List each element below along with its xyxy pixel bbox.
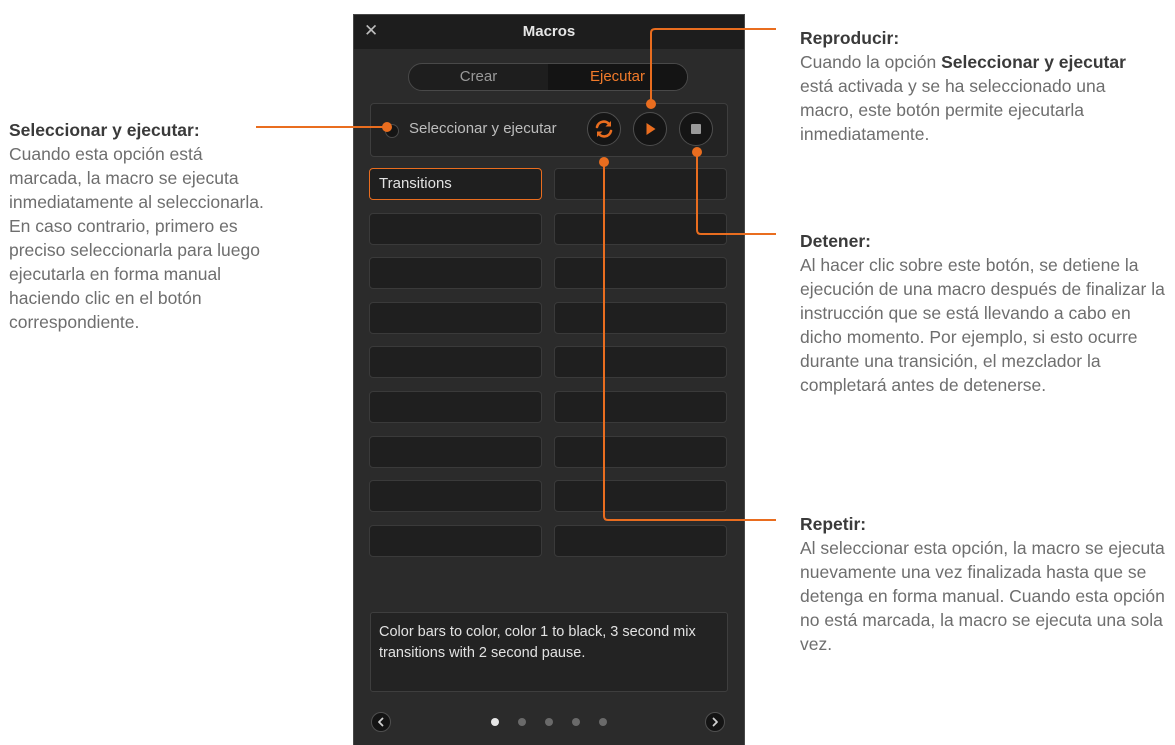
macro-slot[interactable]: [554, 212, 727, 245]
macro-slot[interactable]: [554, 391, 727, 423]
chevron-right-icon: [712, 717, 718, 727]
macro-slot[interactable]: Transitions: [369, 168, 542, 200]
select-run-label: Seleccionar y ejecutar: [409, 120, 557, 137]
annotation-title: Repetir:: [800, 514, 867, 534]
annotation-stop: Detener: Al hacer clic sobre este botón,…: [800, 229, 1170, 397]
loop-icon: [595, 120, 613, 138]
macro-slot[interactable]: [369, 301, 542, 334]
annotation-bold-text: Seleccionar y ejecutar: [941, 52, 1126, 72]
macro-slot[interactable]: [554, 346, 727, 379]
play-icon: [646, 123, 656, 135]
macro-slot[interactable]: [369, 257, 542, 290]
macros-panel: ✕ Macros Crear Ejecutar Seleccionar y ej…: [353, 14, 745, 745]
select-run-checkbox[interactable]: [385, 124, 399, 138]
annotation-text: Al seleccionar esta opción, la macro se …: [800, 538, 1165, 654]
next-page-button[interactable]: [705, 712, 725, 732]
macro-slot[interactable]: [554, 524, 727, 557]
macro-slot[interactable]: [369, 480, 542, 513]
stop-button[interactable]: [679, 112, 713, 146]
macro-slot[interactable]: [369, 346, 542, 379]
stop-icon: [691, 124, 701, 134]
macro-slot[interactable]: [554, 301, 727, 334]
page-dot[interactable]: [491, 718, 499, 726]
page-dot[interactable]: [545, 718, 553, 726]
tab-ejecutar[interactable]: Ejecutar: [548, 64, 687, 90]
macro-slot[interactable]: [369, 212, 542, 245]
loop-button[interactable]: [587, 112, 621, 146]
macro-slot[interactable]: [369, 524, 542, 557]
annotation-title: Detener:: [800, 231, 871, 251]
annotation-text-part: Cuando la opción: [800, 52, 942, 72]
chevron-left-icon: [378, 717, 384, 727]
annotation-text-part: está activada y se ha seleccionado una m…: [800, 76, 1106, 144]
macro-slot[interactable]: [554, 257, 727, 290]
page-dot[interactable]: [572, 718, 580, 726]
annotation-text: Cuando esta opción está marcada, la macr…: [9, 144, 264, 332]
panel-title: Macros: [522, 23, 576, 40]
annotation-title: Reproducir:: [800, 28, 900, 48]
macro-slot[interactable]: [554, 435, 727, 468]
macro-description: Color bars to color, color 1 to black, 3…: [370, 612, 728, 692]
page-dot[interactable]: [518, 718, 526, 726]
annotation-title: Seleccionar y ejecutar:: [9, 120, 200, 140]
page-dot[interactable]: [599, 718, 607, 726]
macro-slot[interactable]: [554, 168, 727, 200]
prev-page-button[interactable]: [371, 712, 391, 732]
panel-titlebar: ✕ Macros: [354, 15, 744, 49]
annotation-text: Al hacer clic sobre este botón, se detie…: [800, 255, 1165, 395]
annotation-text: Cuando la opción Seleccionar y ejecutar …: [800, 50, 1160, 146]
annotation-play: Reproducir: Cuando la opción Seleccionar…: [800, 26, 1160, 146]
mode-tabs: Crear Ejecutar: [408, 63, 688, 91]
macro-slot[interactable]: [554, 480, 727, 513]
play-button[interactable]: [633, 112, 667, 146]
macro-slot[interactable]: [369, 435, 542, 468]
macro-slot[interactable]: [369, 391, 542, 423]
tab-crear[interactable]: Crear: [409, 64, 548, 90]
annotation-select-run: Seleccionar y ejecutar: Cuando esta opci…: [9, 118, 271, 334]
run-controls: Seleccionar y ejecutar: [370, 103, 728, 157]
annotation-loop: Repetir: Al seleccionar esta opción, la …: [800, 512, 1172, 656]
